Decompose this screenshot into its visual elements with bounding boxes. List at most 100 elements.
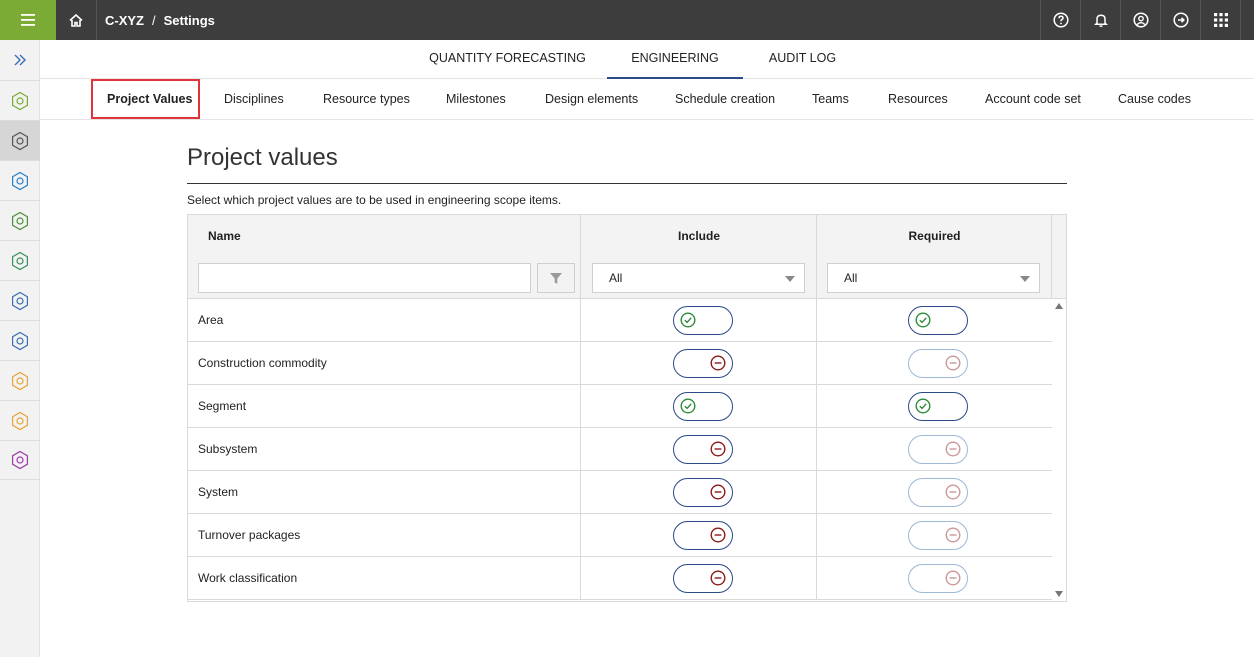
required-toggle bbox=[908, 521, 968, 550]
minus-circle-icon bbox=[945, 355, 961, 371]
include-column-label[interactable]: Include bbox=[581, 229, 817, 243]
subtab-cause-codes[interactable]: Cause codes bbox=[1118, 79, 1191, 120]
scroll-up-icon[interactable] bbox=[1055, 303, 1063, 309]
required-filter-select[interactable]: All bbox=[827, 263, 1040, 293]
page-title: Project values bbox=[187, 144, 338, 171]
include-column-header: Include All bbox=[581, 215, 817, 299]
name-column-header: Name bbox=[188, 215, 581, 299]
minus-circle-icon bbox=[710, 484, 726, 500]
minus-circle-icon bbox=[945, 570, 961, 586]
breadcrumb-page: Settings bbox=[163, 12, 215, 28]
include-toggle[interactable] bbox=[673, 306, 733, 335]
row-name: Work classification bbox=[188, 557, 581, 600]
double-chevron-right-icon[interactable] bbox=[0, 40, 40, 80]
rail-item-8[interactable] bbox=[0, 360, 40, 400]
subtab-disciplines[interactable]: Disciplines bbox=[224, 79, 284, 120]
tab-quantity-forecasting[interactable]: QUANTITY FORECASTING bbox=[420, 40, 595, 79]
hamburger-icon[interactable] bbox=[0, 0, 56, 40]
subtab-schedule-creation[interactable]: Schedule creation bbox=[675, 79, 775, 120]
grid-body: Area Construction commodity Segment Subsyst… bbox=[188, 299, 1052, 601]
table-row: Turnover packages bbox=[188, 514, 1052, 557]
include-toggle[interactable] bbox=[673, 564, 733, 593]
row-name: Segment bbox=[188, 385, 581, 428]
include-toggle[interactable] bbox=[673, 521, 733, 550]
active-subtab-highlight bbox=[91, 79, 200, 119]
rail-item-2[interactable] bbox=[0, 120, 40, 160]
minus-circle-icon bbox=[945, 527, 961, 543]
include-cell bbox=[581, 428, 817, 471]
subtab-design-elements[interactable]: Design elements bbox=[545, 79, 638, 120]
name-column-label[interactable]: Name bbox=[208, 229, 241, 243]
rail-item-5[interactable] bbox=[0, 240, 40, 280]
rail-item-4[interactable] bbox=[0, 200, 40, 240]
logout-icon[interactable] bbox=[1160, 0, 1200, 40]
left-rail bbox=[0, 40, 40, 657]
include-cell bbox=[581, 557, 817, 600]
rail-item-10[interactable] bbox=[0, 440, 40, 480]
help-icon[interactable] bbox=[1040, 0, 1080, 40]
include-cell bbox=[581, 471, 817, 514]
subtab-account-code-set[interactable]: Account code set bbox=[985, 79, 1081, 120]
rail-item-1[interactable] bbox=[0, 80, 40, 120]
module-icon-3 bbox=[12, 171, 28, 190]
check-circle-icon bbox=[680, 398, 696, 414]
chevron-down-icon bbox=[1020, 276, 1030, 282]
required-cell bbox=[817, 428, 1052, 471]
sub-tabs: Project Values Disciplines Resource type… bbox=[40, 79, 1254, 120]
subtab-resources[interactable]: Resources bbox=[888, 79, 948, 120]
required-toggle[interactable] bbox=[908, 392, 968, 421]
required-toggle[interactable] bbox=[908, 306, 968, 335]
subtab-milestones[interactable]: Milestones bbox=[446, 79, 506, 120]
required-toggle bbox=[908, 435, 968, 464]
rail-item-3[interactable] bbox=[0, 160, 40, 200]
subtab-resource-types[interactable]: Resource types bbox=[323, 79, 410, 120]
required-cell bbox=[817, 385, 1052, 428]
rail-item-7[interactable] bbox=[0, 320, 40, 360]
include-toggle[interactable] bbox=[673, 392, 733, 421]
home-icon[interactable] bbox=[56, 0, 97, 40]
module-icon-8 bbox=[12, 371, 28, 390]
required-cell bbox=[817, 299, 1052, 342]
user-icon[interactable] bbox=[1120, 0, 1160, 40]
top-bar: C-XYZ / Settings bbox=[0, 0, 1254, 40]
filter-icon[interactable] bbox=[537, 263, 575, 293]
include-filter-value: All bbox=[609, 271, 623, 285]
row-name: Turnover packages bbox=[188, 514, 581, 557]
include-toggle[interactable] bbox=[673, 478, 733, 507]
table-row: Work classification bbox=[188, 557, 1052, 600]
subtab-teams[interactable]: Teams bbox=[812, 79, 849, 120]
main-tabs: QUANTITY FORECASTING ENGINEERING AUDIT L… bbox=[40, 40, 1254, 79]
minus-circle-icon bbox=[710, 441, 726, 457]
bell-icon[interactable] bbox=[1080, 0, 1120, 40]
page-description: Select which project values are to be us… bbox=[187, 193, 562, 207]
row-name: Subsystem bbox=[188, 428, 581, 471]
breadcrumb-project[interactable]: C-XYZ bbox=[105, 13, 144, 28]
top-bar-edge bbox=[1240, 0, 1254, 40]
tab-audit-log[interactable]: AUDIT LOG bbox=[756, 40, 849, 79]
row-name: System bbox=[188, 471, 581, 514]
include-toggle[interactable] bbox=[673, 349, 733, 378]
include-cell bbox=[581, 342, 817, 385]
rail-item-6[interactable] bbox=[0, 280, 40, 320]
required-cell bbox=[817, 557, 1052, 600]
table-row: Construction commodity bbox=[188, 342, 1052, 385]
minus-circle-icon bbox=[945, 441, 961, 457]
include-toggle[interactable] bbox=[673, 435, 733, 464]
name-filter-input[interactable] bbox=[198, 263, 531, 293]
include-cell bbox=[581, 299, 817, 342]
minus-circle-icon bbox=[710, 527, 726, 543]
required-column-label[interactable]: Required bbox=[817, 229, 1052, 243]
check-circle-icon bbox=[915, 398, 931, 414]
rail-item-9[interactable] bbox=[0, 400, 40, 440]
include-cell bbox=[581, 385, 817, 428]
include-cell bbox=[581, 514, 817, 557]
table-row: Segment bbox=[188, 385, 1052, 428]
apps-grid-icon[interactable] bbox=[1200, 0, 1240, 40]
title-divider bbox=[187, 183, 1067, 184]
minus-circle-icon bbox=[710, 570, 726, 586]
tab-engineering[interactable]: ENGINEERING bbox=[607, 40, 743, 79]
vertical-scrollbar[interactable] bbox=[1052, 299, 1066, 601]
include-filter-select[interactable]: All bbox=[592, 263, 805, 293]
scroll-down-icon[interactable] bbox=[1055, 591, 1063, 597]
module-icon-6 bbox=[12, 291, 28, 310]
